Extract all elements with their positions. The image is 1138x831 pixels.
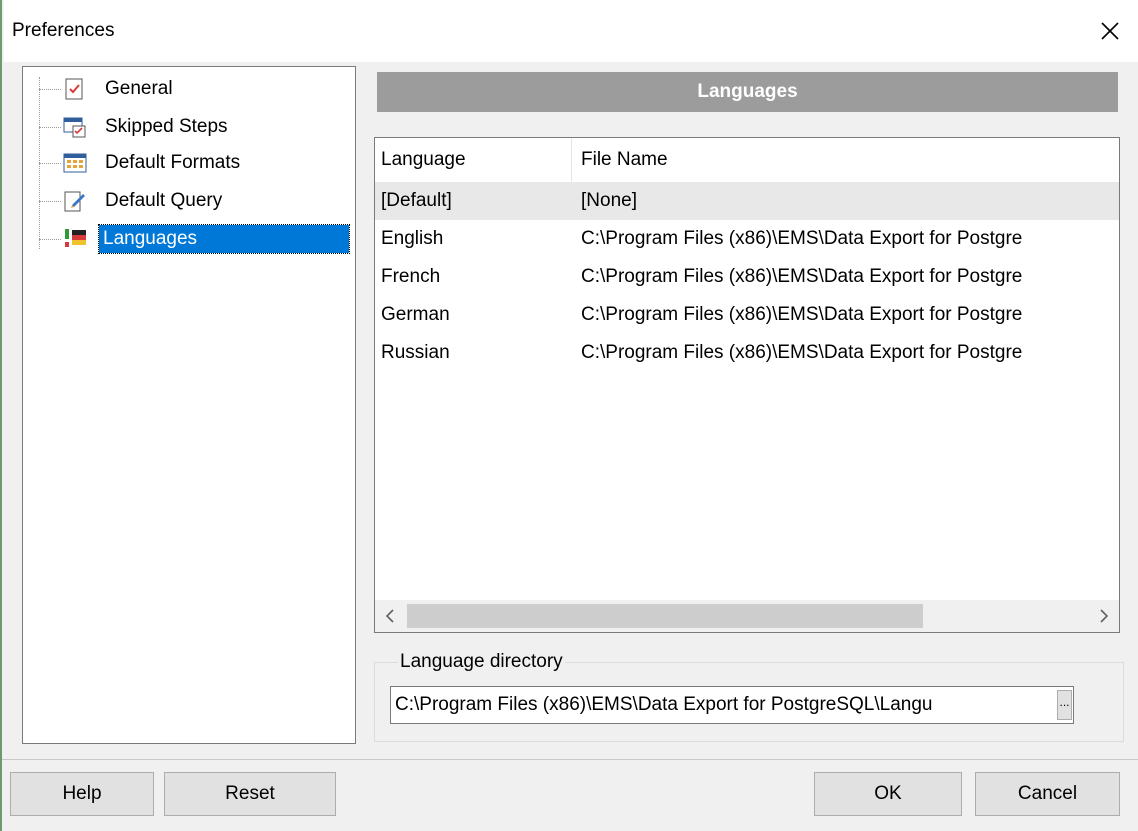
general-icon (65, 78, 83, 100)
table-row[interactable]: [Default] [None] (375, 182, 1119, 220)
default-query-icon (64, 191, 85, 212)
tree-item-languages[interactable]: Languages (23, 221, 353, 257)
tree-item-general[interactable]: General (23, 71, 353, 107)
preferences-window: Preferences General Skipped Steps Defaul… (0, 0, 1138, 831)
file-name-cell: C:\Program Files (x86)\EMS\Data Export f… (581, 304, 1023, 325)
scrollbar-thumb[interactable] (407, 604, 923, 628)
tree-item-default-query[interactable]: Default Query (23, 183, 353, 219)
language-cell: [Default] (381, 190, 452, 211)
tree-item-label: Default Formats (105, 152, 241, 173)
file-name-cell: C:\Program Files (x86)\EMS\Data Export f… (581, 266, 1023, 287)
grid-header: Language File Name (375, 138, 1119, 182)
tree-item-default-formats[interactable]: Default Formats (23, 145, 353, 181)
chevron-right-icon (1100, 609, 1109, 623)
tree-item-label: Default Query (105, 190, 223, 211)
languages-icon (65, 229, 86, 247)
file-name-cell: C:\Program Files (x86)\EMS\Data Export f… (581, 228, 1023, 249)
language-cell: French (381, 266, 441, 287)
column-header-file-name[interactable]: File Name (581, 149, 668, 171)
horizontal-scrollbar[interactable] (375, 600, 1119, 632)
language-cell: English (381, 228, 444, 249)
language-directory-label: Language directory (398, 651, 565, 673)
column-header-language[interactable]: Language (381, 149, 466, 171)
file-name-cell: C:\Program Files (x86)\EMS\Data Export f… (581, 342, 1023, 363)
help-button[interactable]: Help (10, 772, 154, 816)
title-bar: Preferences (4, 0, 1138, 62)
scroll-left-button[interactable] (375, 600, 405, 632)
file-name-cell: [None] (581, 190, 637, 211)
tree-item-label: Languages (98, 224, 350, 254)
window-title: Preferences (12, 20, 115, 41)
tree-item-label: General (105, 78, 173, 99)
section-header: Languages (377, 72, 1118, 112)
preferences-tree: General Skipped Steps Default Formats De… (22, 66, 356, 744)
cancel-button[interactable]: Cancel (975, 772, 1120, 816)
language-cell: German (381, 304, 450, 325)
scroll-right-button[interactable] (1089, 600, 1119, 632)
language-cell: Russian (381, 342, 450, 363)
skipped-steps-icon (63, 117, 86, 138)
button-separator (2, 759, 1138, 760)
table-row[interactable]: English C:\Program Files (x86)\EMS\Data … (375, 220, 1119, 258)
table-row[interactable]: Russian C:\Program Files (x86)\EMS\Data … (375, 334, 1119, 372)
chevron-left-icon (385, 609, 394, 623)
reset-button[interactable]: Reset (164, 772, 336, 816)
table-row[interactable]: French C:\Program Files (x86)\EMS\Data E… (375, 258, 1119, 296)
close-button[interactable] (1082, 0, 1138, 62)
close-icon (1101, 22, 1119, 40)
default-formats-icon (63, 153, 87, 173)
languages-grid[interactable]: Language File Name [Default] [None] Engl… (374, 137, 1120, 633)
ok-button[interactable]: OK (814, 772, 962, 816)
table-row[interactable]: German C:\Program Files (x86)\EMS\Data E… (375, 296, 1119, 334)
tree-item-skipped-steps[interactable]: Skipped Steps (23, 109, 353, 145)
tree-item-label: Skipped Steps (105, 116, 228, 137)
browse-button[interactable]: ... (1057, 690, 1072, 720)
language-directory-field[interactable] (390, 686, 1074, 724)
